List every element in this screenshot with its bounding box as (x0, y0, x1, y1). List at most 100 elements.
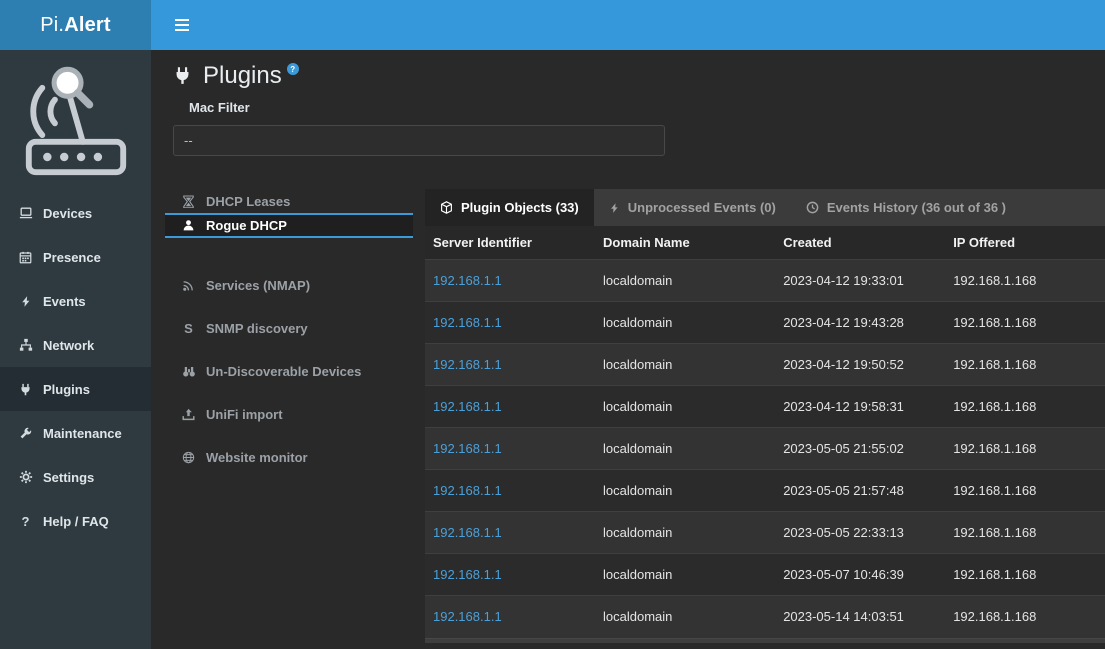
cell-created: 2023-04-12 19:50:52 (775, 344, 945, 386)
letter-s-icon: S (181, 321, 196, 336)
page-title: Plugins (203, 60, 282, 92)
tab-events-history[interactable]: Events History (36 out of 36 ) (791, 189, 1021, 226)
cell-ip-offered: 192.168.1.168 (945, 596, 1105, 638)
cell-ip-offered: 192.168.1.168 (945, 344, 1105, 386)
sidebar-item-help-faq[interactable]: ? Help / FAQ (0, 499, 151, 543)
cell-ip-offered: 192.168.1.168 (945, 386, 1105, 428)
cell-ip-offered: 192.168.1.168 (945, 512, 1105, 554)
cell-created: 2023-05-05 21:57:48 (775, 470, 945, 512)
sidebar-item-plugins[interactable]: Plugins (0, 367, 151, 411)
network-sitemap-icon (17, 338, 34, 352)
plug-icon (17, 383, 34, 396)
plugin-nav-item-unifi-import[interactable]: UniFi import (165, 393, 413, 436)
plugin-nav-item-website-monitor[interactable]: Website monitor (165, 436, 413, 479)
column-header-domain-name[interactable]: Domain Name (595, 226, 775, 260)
cell-domain-name: localdomain (595, 344, 775, 386)
table-row: 192.168.1.1 localdomain 2023-05-05 21:57… (425, 470, 1105, 512)
bolt-icon (609, 202, 620, 214)
hamburger-icon (174, 18, 190, 32)
plugin-nav-label: UniFi import (206, 407, 283, 422)
mac-filter: Mac Filter -- (165, 100, 1105, 156)
tab-label: Plugin Objects (33) (461, 200, 579, 215)
server-identifier-link[interactable]: 192.168.1.1 (433, 483, 502, 498)
page-header: Plugins ? (165, 60, 1105, 92)
sidebar-item-label: Maintenance (43, 426, 122, 441)
table-row: 192.168.1.1 localdomain 2023-04-12 19:58… (425, 386, 1105, 428)
plugin-nav-label: Services (NMAP) (206, 278, 310, 293)
table-row: 192.168.1.1 localdomain 2023-05-05 21:55… (425, 428, 1105, 470)
cell-created: 2023-05-07 10:46:39 (775, 554, 945, 596)
tab-plugin-objects[interactable]: Plugin Objects (33) (425, 189, 594, 226)
sidebar-item-settings[interactable]: Settings (0, 455, 151, 499)
presence-calendar-icon (17, 251, 34, 264)
table-row: 192.168.1.1 localdomain 2023-04-12 19:43… (425, 302, 1105, 344)
cell-ip-offered: 192.168.1.168 (945, 428, 1105, 470)
sidebar: Devices Presence Events Network Plugins (0, 50, 151, 649)
column-header-server-identifier[interactable]: Server Identifier (425, 226, 595, 260)
cell-domain-name: localdomain (595, 260, 775, 302)
cell-ip-offered: 192.168.1.168 (945, 302, 1105, 344)
sidebar-toggle-button[interactable] (166, 10, 198, 40)
plugin-nav-item-services-nmap[interactable]: Services (NMAP) (165, 264, 413, 307)
server-identifier-link[interactable]: 192.168.1.1 (433, 609, 502, 624)
plug-icon (173, 66, 192, 85)
server-identifier-link[interactable]: 192.168.1.1 (433, 567, 502, 582)
table-row: 192.168.1.1 localdomain 2023-04-12 19:33… (425, 260, 1105, 302)
plugin-nav-item-undiscoverable-devices[interactable]: Un-Discoverable Devices (165, 350, 413, 393)
sidebar-item-devices[interactable]: Devices (0, 191, 151, 235)
plugin-nav-label: Rogue DHCP (206, 218, 287, 233)
plugin-objects-table: Server Identifier Domain Name Created IP… (425, 226, 1105, 638)
sidebar-item-label: Help / FAQ (43, 514, 109, 529)
cell-created: 2023-04-12 19:58:31 (775, 386, 945, 428)
question-icon: ? (17, 514, 34, 529)
user-icon (181, 219, 196, 232)
mac-filter-select[interactable]: -- (173, 125, 665, 156)
cell-created: 2023-04-12 19:33:01 (775, 260, 945, 302)
table-row: 192.168.1.1 localdomain 2023-05-14 14:03… (425, 596, 1105, 638)
binoculars-icon (181, 365, 196, 378)
cell-ip-offered: 192.168.1.168 (945, 554, 1105, 596)
devices-icon (17, 206, 34, 220)
server-identifier-link[interactable]: 192.168.1.1 (433, 357, 502, 372)
plugin-nav-item-dhcp-leases[interactable]: DHCP Leases (165, 189, 413, 215)
server-identifier-link[interactable]: 192.168.1.1 (433, 273, 502, 288)
tabstrip: Plugin Objects (33) Unprocessed Events (… (425, 189, 1105, 226)
events-bolt-icon (17, 295, 34, 308)
cell-created: 2023-05-14 14:03:51 (775, 596, 945, 638)
hourglass-icon (181, 195, 196, 208)
sidebar-item-events[interactable]: Events (0, 279, 151, 323)
cell-domain-name: localdomain (595, 470, 775, 512)
upload-icon (181, 408, 196, 421)
cube-icon (440, 201, 453, 214)
pialert-logo (0, 50, 151, 191)
plugin-nav-item-rogue-dhcp[interactable]: Rogue DHCP (165, 215, 413, 238)
plugin-nav-label: DHCP Leases (206, 194, 290, 209)
table-row: 192.168.1.1 localdomain 2023-04-12 19:50… (425, 344, 1105, 386)
plugin-nav-label: Un-Discoverable Devices (206, 364, 361, 379)
tab-unprocessed-events[interactable]: Unprocessed Events (0) (594, 189, 791, 226)
sidebar-item-label: Settings (43, 470, 94, 485)
sidebar-item-label: Plugins (43, 382, 90, 397)
column-header-created[interactable]: Created (775, 226, 945, 260)
table-header-row: Server Identifier Domain Name Created IP… (425, 226, 1105, 260)
server-identifier-link[interactable]: 192.168.1.1 (433, 525, 502, 540)
sidebar-item-network[interactable]: Network (0, 323, 151, 367)
cell-created: 2023-05-05 22:33:13 (775, 512, 945, 554)
column-header-ip-offered[interactable]: IP Offered (945, 226, 1105, 260)
gear-icon (17, 470, 34, 484)
table-bottom-strip (425, 638, 1105, 643)
plugin-nav-label: SNMP discovery (206, 321, 308, 336)
brand-logo[interactable]: Pi.Alert (0, 0, 151, 50)
sidebar-item-presence[interactable]: Presence (0, 235, 151, 279)
signal-icon (181, 279, 196, 292)
brand-bold: Alert (64, 14, 111, 37)
help-badge[interactable]: ? (287, 63, 299, 75)
sidebar-item-label: Events (43, 294, 86, 309)
plugin-nav-item-snmp-discovery[interactable]: S SNMP discovery (165, 307, 413, 350)
server-identifier-link[interactable]: 192.168.1.1 (433, 315, 502, 330)
server-identifier-link[interactable]: 192.168.1.1 (433, 441, 502, 456)
sidebar-item-maintenance[interactable]: Maintenance (0, 411, 151, 455)
cell-created: 2023-05-05 21:55:02 (775, 428, 945, 470)
server-identifier-link[interactable]: 192.168.1.1 (433, 399, 502, 414)
cell-ip-offered: 192.168.1.168 (945, 470, 1105, 512)
